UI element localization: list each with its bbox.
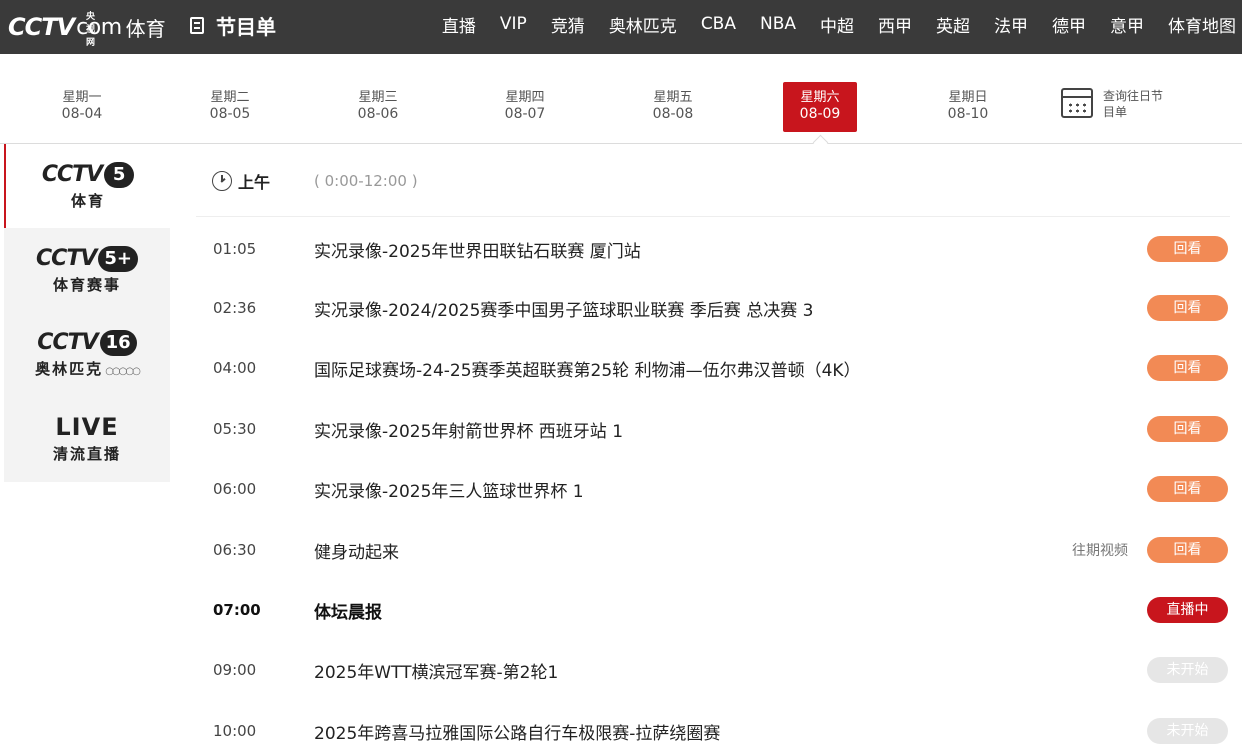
program-row: 01:05 实况录像-2025年世界田联钻石联赛 厦门站 回看 (196, 229, 1232, 269)
program-title[interactable]: 实况录像-2025年射箭世界杯 西班牙站 1 (314, 417, 623, 442)
day-monday[interactable]: 星期一 08-04 (45, 82, 119, 132)
program-title[interactable]: 健身动起来 (314, 538, 399, 563)
channel-sidebar: CCTV 5 体育 CCTV 5+ 体育赛事 CCTV 16 奥林匹克 ○○○○○… (4, 144, 170, 482)
nav-quiz[interactable]: 竞猜 (551, 12, 585, 37)
nav-bundesliga[interactable]: 德甲 (1052, 12, 1086, 37)
channel-cctv5plus[interactable]: CCTV 5+ 体育赛事 (4, 228, 170, 312)
channel-live-stream[interactable]: LIVE 清流直播 (4, 396, 170, 480)
program-time: 05:30 (213, 420, 257, 438)
nav-csl[interactable]: 中超 (820, 12, 854, 37)
program-row: 06:30 健身动起来 往期视频 回看 (196, 530, 1232, 570)
program-title[interactable]: 实况录像-2025年世界田联钻石联赛 厦门站 (314, 237, 641, 262)
live-logo: LIVE (55, 412, 119, 441)
cctv-sports-logo[interactable]: CCTV 央视网 com 体育 (8, 8, 166, 48)
nav-laliga[interactable]: 西甲 (878, 12, 912, 37)
week-selector: 星期一 08-04 星期二 08-05 星期三 08-06 星期四 08-07 … (0, 54, 1242, 144)
day-tuesday[interactable]: 星期二 08-05 (193, 82, 267, 132)
program-title[interactable]: 实况录像-2025年三人篮球世界杯 1 (314, 477, 584, 502)
program-time: 06:30 (213, 541, 257, 559)
program-row: 02:36 实况录像-2024/2025赛季中国男子篮球职业联赛 季后赛 总决赛… (196, 288, 1232, 328)
period-header: 上午 (212, 168, 270, 194)
day-thursday[interactable]: 星期四 08-07 (488, 82, 562, 132)
document-icon (190, 16, 204, 34)
cctv5plus-logo: CCTV 5+ (36, 245, 138, 272)
program-title[interactable]: 体坛晨报 (314, 598, 382, 623)
program-row: 09:00 2025年WTT横滨冠军赛-第2轮1 未开始 (196, 650, 1232, 690)
program-time: 06:00 (213, 480, 257, 498)
nav-live[interactable]: 直播 (442, 12, 476, 37)
replay-button[interactable]: 回看 (1147, 416, 1228, 442)
channel-cctv16[interactable]: CCTV 16 奥林匹克 ○○○○○ (4, 312, 170, 396)
day-sunday[interactable]: 星期日 08-10 (931, 82, 1005, 132)
upcoming-badge: 未开始 (1147, 657, 1228, 683)
main-nav: 直播 VIP 竞猜 奥林匹克 CBA NBA 中超 西甲 英超 法甲 德甲 意甲… (418, 0, 1236, 48)
on-air-button[interactable]: 直播中 (1147, 597, 1228, 623)
replay-button[interactable]: 回看 (1147, 476, 1228, 502)
replay-button[interactable]: 回看 (1147, 537, 1228, 563)
program-time: 07:00 (213, 601, 261, 619)
history-schedule-link[interactable]: 查询往日节目单 (1061, 88, 1173, 120)
history-label: 查询往日节目单 (1103, 89, 1164, 119)
nav-sports-map[interactable]: 体育地图 (1168, 12, 1236, 37)
upcoming-badge: 未开始 (1147, 718, 1228, 744)
program-title[interactable]: 实况录像-2024/2025赛季中国男子篮球职业联赛 季后赛 总决赛 3 (314, 296, 813, 321)
nav-nba[interactable]: NBA (760, 14, 796, 34)
day-wednesday[interactable]: 星期三 08-06 (341, 82, 415, 132)
cctv16-logo: CCTV 16 (37, 329, 137, 356)
program-row-live: 07:00 体坛晨报 直播中 (196, 590, 1232, 630)
program-time: 01:05 (213, 240, 257, 258)
page-title: 节目单 (190, 10, 276, 40)
cctv-logo-mark: CCTV 央视网 (8, 12, 96, 48)
program-time: 09:00 (213, 661, 257, 679)
program-time: 10:00 (213, 722, 257, 740)
program-time: 04:00 (213, 359, 257, 377)
top-bar: CCTV 央视网 com 体育 节目单 直播 VIP 竞猜 奥林匹克 CBA NB… (0, 0, 1242, 54)
nav-seriea[interactable]: 意甲 (1110, 12, 1144, 37)
nav-vip[interactable]: VIP (500, 14, 527, 34)
program-row: 04:00 国际足球赛场-24-25赛季英超联赛第25轮 利物浦—伍尔弗汉普顿（… (196, 348, 1232, 388)
calendar-icon (1061, 88, 1093, 118)
clock-icon (212, 171, 232, 191)
nav-olympic[interactable]: 奥林匹克 (609, 12, 677, 37)
program-title[interactable]: 2025年WTT横滨冠军赛-第2轮1 (314, 658, 558, 683)
period-range: ( 0:00-12:00 ) (314, 172, 418, 190)
past-videos-link[interactable]: 往期视频 (1072, 540, 1128, 560)
program-row: 10:00 2025年跨喜马拉雅国际公路自行车极限赛-拉萨绕圈赛 未开始 (196, 711, 1232, 751)
day-friday[interactable]: 星期五 08-08 (636, 82, 710, 132)
nav-ligue1[interactable]: 法甲 (994, 12, 1028, 37)
olympic-rings-icon: ○○○○○ (105, 365, 141, 377)
day-saturday-selected[interactable]: 星期六 08-09 (783, 82, 857, 132)
nav-epl[interactable]: 英超 (936, 12, 970, 37)
period-label: 上午 (238, 173, 271, 192)
replay-button[interactable]: 回看 (1147, 355, 1228, 381)
nav-cba[interactable]: CBA (701, 14, 736, 34)
divider (196, 216, 1230, 217)
replay-button[interactable]: 回看 (1147, 295, 1228, 321)
logo-com: com (76, 14, 122, 40)
channel-cctv5[interactable]: CCTV 5 体育 (4, 144, 170, 228)
program-row: 06:00 实况录像-2025年三人篮球世界杯 1 回看 (196, 469, 1232, 509)
logo-sports: 体育 (125, 16, 166, 41)
replay-button[interactable]: 回看 (1147, 236, 1228, 262)
program-title[interactable]: 2025年跨喜马拉雅国际公路自行车极限赛-拉萨绕圈赛 (314, 719, 720, 744)
program-time: 02:36 (213, 299, 257, 317)
program-title[interactable]: 国际足球赛场-24-25赛季英超联赛第25轮 利物浦—伍尔弗汉普顿（4K） (314, 356, 861, 381)
program-row: 05:30 实况录像-2025年射箭世界杯 西班牙站 1 回看 (196, 409, 1232, 449)
cctv5-logo: CCTV 5 (42, 161, 135, 188)
